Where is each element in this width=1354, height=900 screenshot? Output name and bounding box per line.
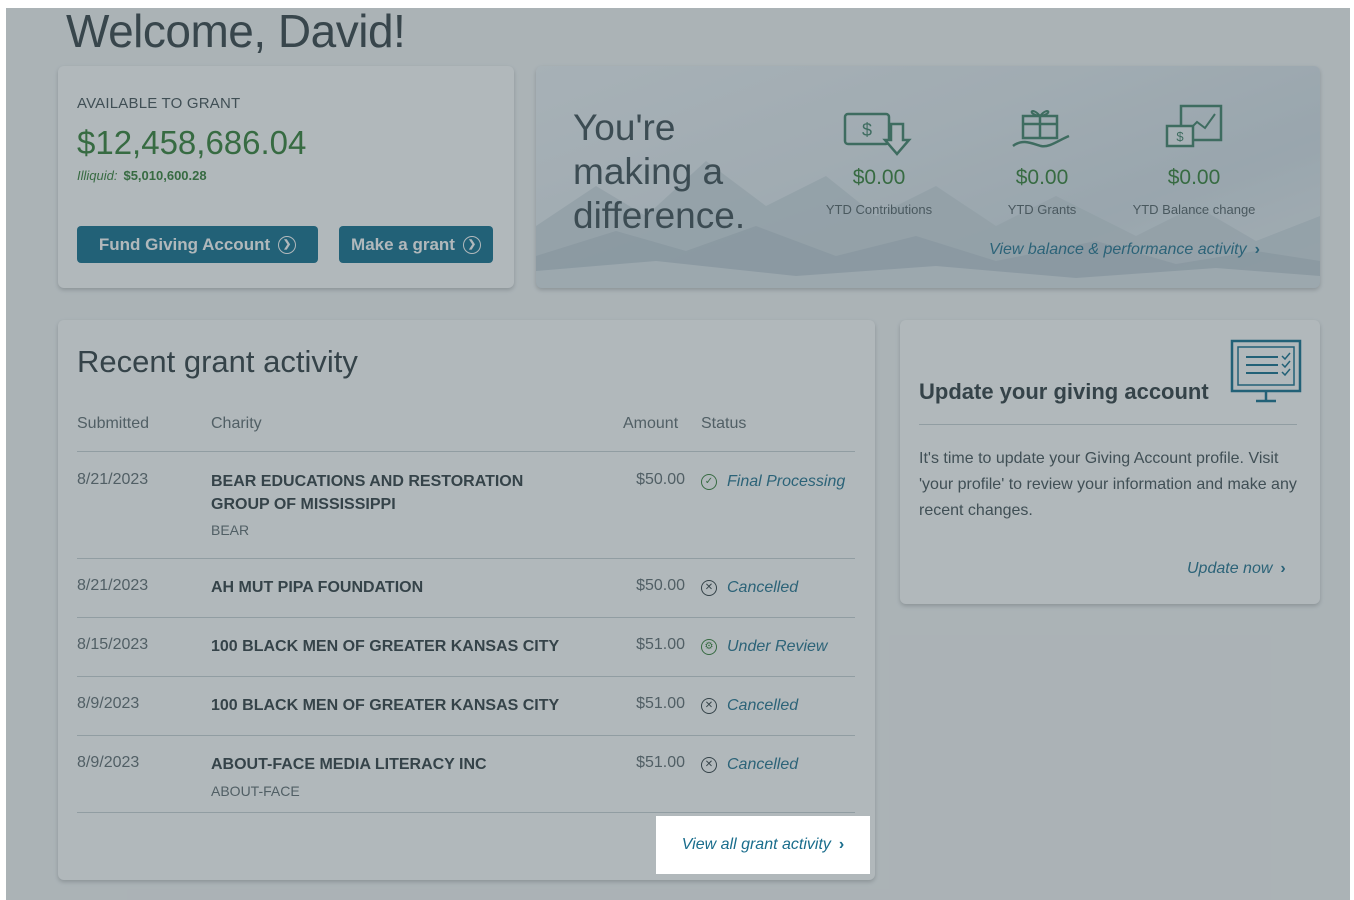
column-header-submitted: Submitted — [77, 415, 150, 432]
row-charity[interactable]: BEAR EDUCATIONS AND RESTORATION GROUP OF… — [211, 470, 571, 516]
column-header-charity: Charity — [211, 415, 262, 432]
row-amount: $51.00 — [636, 754, 685, 771]
cancel-circle-icon: ✕ — [701, 580, 717, 596]
row-amount: $50.00 — [636, 471, 685, 488]
tagline-line-2: making a — [573, 151, 724, 192]
row-status-label: Cancelled — [727, 756, 799, 773]
row-date: 8/9/2023 — [77, 754, 140, 771]
table-divider — [77, 735, 855, 736]
available-label: AVAILABLE TO GRANT — [77, 95, 241, 112]
grant-button-label: Make a grant — [351, 234, 455, 254]
illiquid-amount: Illiquid: $5,010,600.28 — [77, 168, 207, 183]
row-date: 8/21/2023 — [77, 471, 149, 488]
fund-button-label: Fund Giving Account — [98, 234, 271, 254]
update-card-divider — [919, 424, 1297, 425]
update-giving-account-card: Update your giving account It's time to … — [900, 320, 1320, 604]
row-status: ✓ Final Processing — [701, 473, 845, 491]
tagline-line-1: You're — [573, 107, 676, 148]
ytd-grants-value: $0.00 — [1015, 166, 1069, 189]
svg-text:$: $ — [862, 120, 872, 140]
row-status: ✕ Cancelled — [701, 579, 798, 597]
balance-chart-icon: $ — [1165, 104, 1223, 148]
stat-ytd-grants: $0.00 YTD Grants — [967, 102, 1117, 217]
row-charity[interactable]: AH MUT PIPA FOUNDATION — [211, 576, 571, 599]
row-charity-alias: ABOUT-FACE — [211, 783, 300, 799]
row-charity-alias: BEAR — [211, 522, 250, 538]
available-to-grant-card: AVAILABLE TO GRANT $12,458,686.04 Illiqu… — [58, 66, 514, 288]
impact-tagline: You're making a difference. — [573, 106, 793, 238]
fund-giving-account-button[interactable]: Fund Giving Account ❯ — [77, 226, 318, 263]
row-status-label: Cancelled — [727, 697, 799, 714]
arrow-right-circle-icon: ❯ — [278, 235, 297, 254]
illiquid-label: Illiquid: — [77, 168, 118, 183]
row-amount: $51.00 — [636, 695, 685, 712]
update-now-label: Update now — [1187, 560, 1273, 577]
row-status: ⚙ Under Review — [701, 638, 827, 656]
ytd-balance-change-value: $0.00 — [1167, 166, 1221, 189]
recent-grant-activity-card: Recent grant activity Submitted Charity … — [58, 320, 875, 880]
update-card-title: Update your giving account — [919, 379, 1209, 404]
stat-ytd-contributions: $ $0.00 YTD Contributions — [804, 102, 954, 217]
cancel-circle-icon: ✕ — [701, 698, 717, 714]
stat-ytd-balance-change: $ $0.00 YTD Balance change — [1119, 102, 1269, 217]
available-amount: $12,458,686.04 — [77, 124, 307, 161]
chevron-right-icon: › — [1254, 241, 1260, 258]
row-date: 8/15/2023 — [77, 636, 149, 653]
impact-summary-card: You're making a difference. $ $0.00 YTD … — [536, 66, 1320, 288]
view-balance-performance-link[interactable]: View balance & performance activity › — [989, 241, 1260, 259]
update-card-message: It's time to update your Giving Account … — [919, 450, 1297, 519]
contribution-icon: $ — [843, 112, 912, 156]
row-amount: $50.00 — [636, 577, 685, 594]
view-balance-link-label: View balance & performance activity — [989, 241, 1247, 258]
ytd-grants-caption: YTD Grants — [1007, 202, 1077, 217]
view-all-grant-activity-label: View all grant activity — [681, 836, 831, 853]
ytd-contributions-caption: YTD Contributions — [825, 202, 933, 217]
make-a-grant-button[interactable]: Make a grant ❯ — [339, 226, 493, 263]
row-date: 8/21/2023 — [77, 577, 149, 594]
monitor-checklist-icon — [1230, 339, 1302, 403]
row-charity[interactable]: ABOUT-FACE MEDIA LITERACY INC — [211, 753, 571, 776]
check-circle-icon: ✓ — [701, 474, 717, 490]
tagline-line-3: difference. — [573, 195, 746, 236]
ytd-balance-change-caption: YTD Balance change — [1132, 202, 1256, 217]
row-date: 8/9/2023 — [77, 695, 140, 712]
view-all-grant-activity-link[interactable]: View all grant activity › — [656, 816, 870, 874]
column-header-amount: Amount — [623, 415, 679, 432]
row-amount: $51.00 — [636, 636, 685, 653]
column-header-status: Status — [701, 415, 747, 432]
ytd-contributions-value: $0.00 — [852, 166, 906, 189]
row-status-label: Under Review — [727, 638, 828, 655]
table-divider — [77, 558, 855, 559]
welcome-heading: Welcome, David! — [66, 8, 406, 57]
gear-icon: ⚙ — [701, 639, 717, 655]
table-divider — [77, 676, 855, 677]
row-status-label: Final Processing — [727, 473, 846, 490]
dashboard-page: Welcome, David! AVAILABLE TO GRANT $12,4… — [6, 8, 1350, 900]
gift-icon — [1012, 110, 1070, 148]
row-status: ✕ Cancelled — [701, 756, 798, 774]
table-divider — [77, 617, 855, 618]
chevron-right-icon: › — [1280, 560, 1286, 577]
table-divider — [77, 812, 855, 813]
cancel-circle-icon: ✕ — [701, 757, 717, 773]
svg-text:$: $ — [1176, 129, 1184, 144]
row-status-label: Cancelled — [727, 579, 799, 596]
chevron-right-icon: › — [838, 836, 845, 853]
illiquid-value: $5,010,600.28 — [123, 168, 207, 183]
table-divider — [77, 451, 855, 452]
arrow-right-circle-icon: ❯ — [462, 235, 481, 254]
grant-activity-title: Recent grant activity — [77, 344, 358, 379]
row-charity[interactable]: 100 BLACK MEN OF GREATER KANSAS CITY — [211, 694, 571, 717]
row-charity[interactable]: 100 BLACK MEN OF GREATER KANSAS CITY — [211, 635, 571, 658]
row-status: ✕ Cancelled — [701, 697, 798, 715]
update-now-link[interactable]: Update now › — [1187, 560, 1286, 578]
